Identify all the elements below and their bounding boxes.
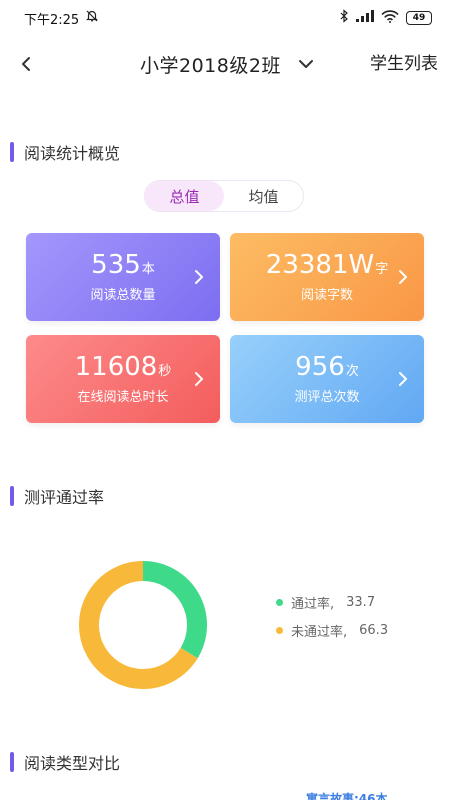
section-title: 测评通过率	[24, 488, 105, 507]
stat-card-time[interactable]: 11608 秒 在线阅读总时长	[26, 335, 220, 423]
chart-data-label: 寓言故事:46本	[306, 792, 388, 800]
stat-label: 测评总次数	[294, 389, 360, 405]
section-header-pass-rate: 测评通过率	[10, 484, 104, 508]
chevron-right-icon	[399, 270, 407, 284]
stat-card-books[interactable]: 535 本 阅读总数量	[26, 233, 220, 321]
stat-unit: 秒	[158, 363, 172, 379]
legend-dot	[276, 598, 283, 606]
legend-dot	[276, 626, 283, 634]
section-title: 阅读类型对比	[24, 754, 121, 773]
status-bar: 下午2:25 49	[0, 0, 450, 36]
battery-indicator: 49	[406, 11, 432, 25]
chevron-right-icon	[399, 372, 407, 386]
navigation-bar: 小学2018级2班 学生列表	[0, 40, 450, 88]
stat-label: 在线阅读总时长	[77, 389, 169, 405]
pass-rate-donut-chart	[79, 561, 207, 689]
total-average-toggle: 总值 均值	[144, 180, 304, 212]
stat-value: 23381W	[265, 249, 375, 280]
chevron-left-icon	[22, 57, 30, 71]
legend-label: 未通过率,	[291, 624, 348, 640]
stat-label: 阅读字数	[300, 287, 353, 303]
wifi-icon	[381, 9, 399, 27]
section-title: 阅读统计概览	[24, 144, 121, 163]
legend-value: 66.3	[359, 622, 389, 638]
back-button[interactable]	[12, 50, 40, 78]
donut-slice-pass	[142, 561, 207, 659]
chart-legend: 通过率, 33.7 未通过率, 66.3	[276, 592, 388, 648]
class-selector[interactable]: 小学2018级2班	[140, 50, 315, 78]
legend-item-pass: 通过率, 33.7	[276, 592, 388, 612]
legend-item-fail: 未通过率, 66.3	[276, 620, 388, 640]
stat-value: 11608	[74, 351, 158, 382]
section-header-type-compare: 阅读类型对比	[10, 750, 120, 774]
section-accent-bar	[10, 142, 14, 162]
stat-card-words[interactable]: 23381W 字 阅读字数	[230, 233, 424, 321]
stat-unit: 字	[375, 261, 389, 277]
section-accent-bar	[10, 752, 14, 772]
stat-value: 535	[91, 249, 141, 280]
stat-label: 阅读总数量	[90, 287, 156, 303]
chevron-down-icon	[298, 60, 313, 68]
stat-unit: 本	[141, 261, 155, 277]
section-header-overview: 阅读统计概览	[10, 140, 120, 164]
chevron-right-icon	[195, 372, 203, 386]
stat-card-tests[interactable]: 956 次 测评总次数	[230, 335, 424, 423]
toggle-total[interactable]: 总值	[145, 181, 224, 211]
legend-label: 通过率,	[291, 596, 335, 612]
section-accent-bar	[10, 486, 14, 506]
chevron-right-icon	[195, 270, 203, 284]
status-time: 下午2:25	[24, 12, 80, 28]
page-title: 小学2018级2班	[140, 54, 281, 77]
signal-icon	[356, 10, 374, 26]
legend-value: 33.7	[346, 594, 376, 610]
stat-value: 956	[295, 351, 345, 382]
bluetooth-icon	[339, 9, 349, 27]
toggle-average[interactable]: 均值	[224, 181, 303, 211]
stat-unit: 次	[345, 363, 359, 379]
student-list-button[interactable]: 学生列表	[370, 50, 438, 78]
bell-muted-icon	[85, 9, 99, 27]
